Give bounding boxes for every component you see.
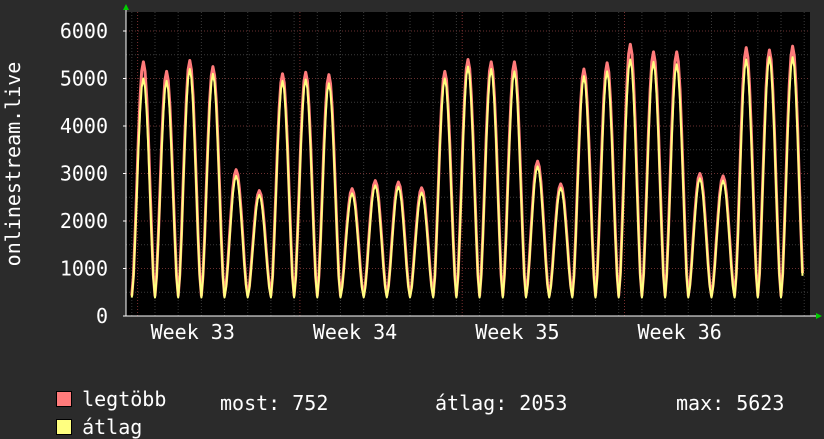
y-tick-label: 6000: [60, 19, 108, 43]
y-tick-label: 3000: [60, 162, 108, 186]
legend-label-avg: átlag: [82, 415, 143, 439]
legend-swatch-avg: [56, 419, 73, 435]
y-tick-label: 0: [96, 304, 108, 328]
x-tick-label: Week 36: [638, 320, 722, 344]
x-axis-arrow: [816, 313, 822, 319]
x-ticks: Week 33 Week 34 Week 35 Week 36: [151, 320, 722, 344]
y-axis-label: onlinestream.live: [1, 62, 25, 267]
x-tick-label: Week 34: [313, 320, 397, 344]
legend-avg: átlag: [32, 391, 142, 439]
x-tick-label: Week 35: [475, 320, 559, 344]
stat-most: most: 752: [220, 391, 329, 415]
y-tick-label: 5000: [60, 67, 108, 91]
y-tick-label: 4000: [60, 114, 108, 138]
stat-atlag: átlag: 2053: [435, 391, 568, 415]
y-ticks: 0 1000 2000 3000 4000 5000 6000: [60, 19, 108, 328]
stat-max: max: 5623: [676, 391, 785, 415]
y-tick-label: 2000: [60, 209, 108, 233]
x-tick-label: Week 33: [151, 320, 235, 344]
y-tick-label: 1000: [60, 257, 108, 281]
y-axis-arrow: [123, 4, 129, 10]
